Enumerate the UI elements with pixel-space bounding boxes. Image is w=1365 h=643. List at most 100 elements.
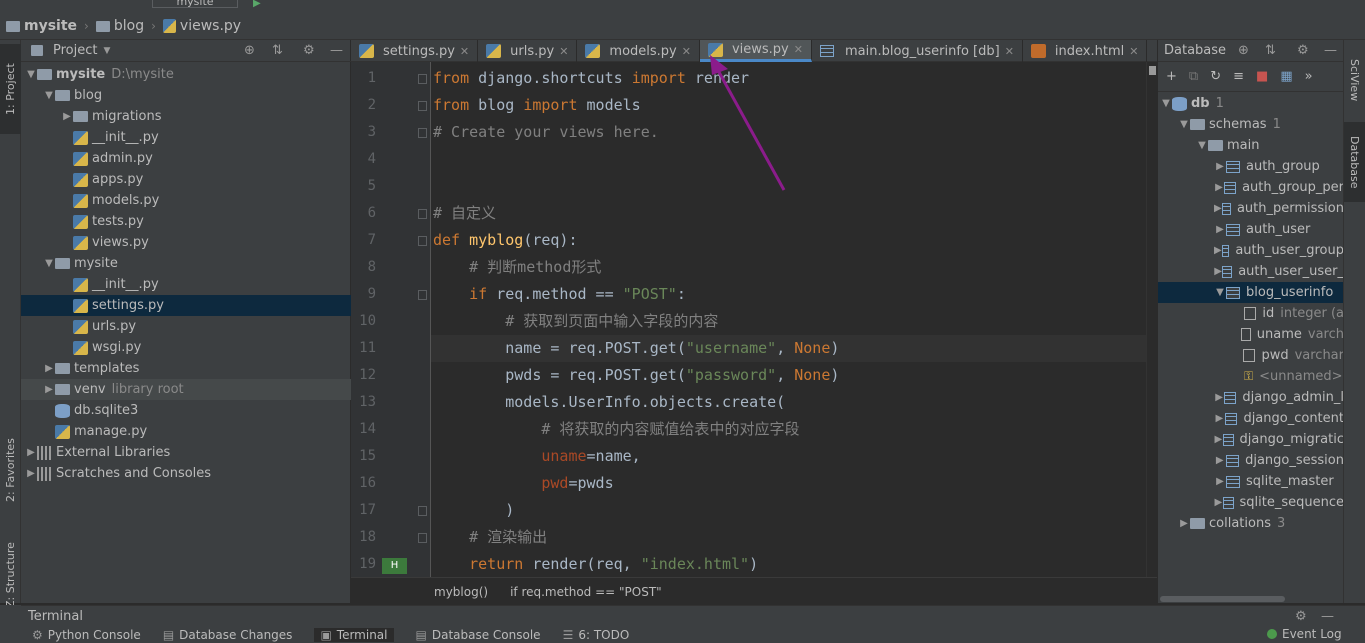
tree-item[interactable]: admin.py <box>21 148 351 169</box>
gear-icon[interactable]: ⚙ <box>1295 609 1307 624</box>
tree-item[interactable]: ▼ blog <box>21 85 351 106</box>
sciview-tool-tab[interactable]: SciView <box>1344 50 1365 110</box>
db-tree-item[interactable]: ▶ django_admin_l <box>1158 387 1344 408</box>
chevron-right-icon[interactable]: ▶ <box>1214 476 1226 487</box>
db-tree-item[interactable]: ▶ django_session <box>1158 450 1344 471</box>
tree-item[interactable]: manage.py <box>21 421 351 442</box>
db-tree-item[interactable]: pwd varchar <box>1158 345 1344 366</box>
tree-item[interactable]: ▶ templates <box>21 358 351 379</box>
bottom-tab-database-changes[interactable]: ▤ Database Changes <box>163 628 293 642</box>
db-tree-item[interactable]: ▶ collations 3 <box>1158 513 1344 534</box>
chevron-right-icon[interactable]: ▶ <box>1178 518 1190 529</box>
tree-item[interactable]: ▼ mysite <box>21 253 351 274</box>
chevron-right-icon[interactable]: ▶ <box>1214 434 1223 445</box>
tree-item[interactable]: __init__.py <box>21 127 351 148</box>
chevron-right-icon[interactable]: ▶ <box>1214 392 1224 403</box>
project-panel-title[interactable]: Project <box>53 43 97 58</box>
chevron-right-icon[interactable]: ▶ <box>25 468 37 479</box>
chevron-right-icon[interactable]: ▶ <box>1214 224 1226 235</box>
chevron-down-icon[interactable]: ▼ <box>43 258 55 269</box>
run-config-select[interactable]: mysite <box>152 0 238 8</box>
chevron-right-icon[interactable]: ▶ <box>1214 203 1222 214</box>
tab-settings-py[interactable]: settings.py ✕ <box>351 40 479 62</box>
tree-item[interactable]: ▼ mysite D:\mysite <box>21 64 351 85</box>
fold-marker-icon[interactable] <box>418 290 427 300</box>
chevron-right-icon[interactable]: ▶ <box>1214 455 1226 466</box>
breadcrumb-function[interactable]: myblog() <box>434 585 488 599</box>
fold-marker-icon[interactable] <box>418 101 427 111</box>
db-tree-item[interactable]: id integer (a <box>1158 303 1344 324</box>
tree-item[interactable]: ▶ migrations <box>21 106 351 127</box>
locate-icon[interactable]: ⊕ <box>244 43 255 58</box>
chevron-right-icon[interactable]: ▶ <box>43 363 55 374</box>
tab-main-blog-userinfo-db-[interactable]: main.blog_userinfo [db] ✕ <box>812 40 1023 62</box>
chevron-right-icon[interactable]: ▶ <box>1214 182 1224 193</box>
tree-item[interactable]: views.py <box>21 232 351 253</box>
add-icon[interactable]: + <box>1166 69 1177 84</box>
tree-item[interactable]: models.py <box>21 190 351 211</box>
db-tree-item[interactable]: ▼ schemas 1 <box>1158 114 1344 135</box>
db-tree-item[interactable]: ▶ django_migratic <box>1158 429 1344 450</box>
fold-marker-icon[interactable] <box>418 236 427 246</box>
close-icon[interactable]: ✕ <box>559 45 568 58</box>
db-tree-item[interactable]: ▶ auth_user <box>1158 219 1344 240</box>
tab-models-py[interactable]: models.py ✕ <box>577 40 700 62</box>
tree-item[interactable]: urls.py <box>21 316 351 337</box>
chevron-right-icon[interactable]: ▶ <box>1214 161 1226 172</box>
bottom-tab-python-console[interactable]: ⚙ Python Console <box>32 628 141 642</box>
fold-marker-icon[interactable] <box>418 74 427 84</box>
chevron-down-icon[interactable]: ▼ <box>1214 287 1226 298</box>
chevron-down-icon[interactable]: ▼ <box>103 46 110 56</box>
tree-item[interactable]: ▶ venv library root <box>21 379 351 400</box>
close-icon[interactable]: ✕ <box>460 45 469 58</box>
gear-icon[interactable]: ⚙ <box>303 43 315 58</box>
db-tree-item[interactable]: ▶ django_content <box>1158 408 1344 429</box>
event-log-tab[interactable]: Event Log <box>1267 627 1342 641</box>
db-tree-item[interactable]: ▶ auth_group_per <box>1158 177 1344 198</box>
db-tree-item[interactable]: ▼ db 1 <box>1158 93 1344 114</box>
db-tree-item[interactable]: ▶ auth_user_group <box>1158 240 1344 261</box>
chevron-right-icon[interactable]: ▶ <box>43 384 55 395</box>
tree-item[interactable]: wsgi.py <box>21 337 351 358</box>
tree-item[interactable]: settings.py <box>21 295 351 316</box>
chevron-down-icon[interactable]: ▼ <box>1160 98 1172 109</box>
tree-item[interactable]: ▶ External Libraries <box>21 442 351 463</box>
fold-marker-icon[interactable] <box>418 506 427 516</box>
db-tree-item[interactable]: ⚿ <unnamed> <box>1158 366 1344 387</box>
fold-marker-icon[interactable] <box>418 533 427 543</box>
chevron-down-icon[interactable]: ▼ <box>1178 119 1190 130</box>
db-tree-item[interactable]: ▼ blog_userinfo <box>1158 282 1344 303</box>
close-icon[interactable]: ✕ <box>1129 45 1138 58</box>
chevron-right-icon[interactable]: ▶ <box>1214 413 1225 424</box>
breadcrumb-project[interactable]: mysite <box>6 18 77 34</box>
hide-icon[interactable]: — <box>1324 43 1337 58</box>
tree-item[interactable]: apps.py <box>21 169 351 190</box>
breadcrumb-folder[interactable]: blog <box>95 18 144 34</box>
db-tree-item[interactable]: ▶ sqlite_sequence <box>1158 492 1344 513</box>
db-tree-item[interactable]: ▶ auth_user_user_ <box>1158 261 1344 282</box>
locate-icon[interactable]: ⊕ <box>1238 43 1249 58</box>
more-icon[interactable]: » <box>1305 69 1313 84</box>
chevron-down-icon[interactable]: ▼ <box>25 69 37 80</box>
copy-icon[interactable]: ⧉ <box>1189 69 1198 84</box>
hide-icon[interactable]: — <box>1321 609 1334 624</box>
stop-icon[interactable]: ■ <box>1256 69 1268 84</box>
breadcrumb-file[interactable]: views.py <box>162 18 241 34</box>
editor-scrollbar[interactable] <box>1146 62 1157 577</box>
fold-marker-icon[interactable] <box>418 209 427 219</box>
run-icon[interactable]: ▶ <box>253 0 261 9</box>
fold-marker-icon[interactable] <box>418 128 427 138</box>
gear-icon[interactable]: ⚙ <box>1297 43 1309 58</box>
tree-item[interactable]: db.sqlite3 <box>21 400 351 421</box>
chevron-right-icon[interactable]: ▶ <box>61 111 73 122</box>
breadcrumb-block[interactable]: if req.method == "POST" <box>510 585 662 599</box>
db-tree-item[interactable]: ▼ main <box>1158 135 1344 156</box>
tree-item[interactable]: tests.py <box>21 211 351 232</box>
db-horizontal-scrollbar[interactable] <box>1160 596 1285 602</box>
chevron-right-icon[interactable]: ▶ <box>1214 497 1223 508</box>
refresh-icon[interactable]: ↻ <box>1210 69 1221 84</box>
chevron-right-icon[interactable]: ▶ <box>25 447 37 458</box>
chevron-right-icon[interactable]: ▶ <box>1214 266 1222 277</box>
tab-index-html[interactable]: index.html ✕ <box>1023 40 1148 62</box>
favorites-tool-tab[interactable]: 2: Favorites <box>0 430 21 510</box>
